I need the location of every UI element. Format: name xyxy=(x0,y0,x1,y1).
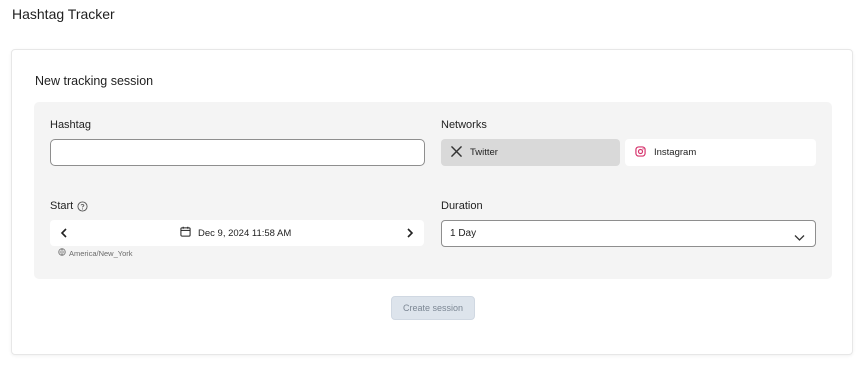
start-label-row: Start xyxy=(50,200,88,212)
calendar-icon xyxy=(180,226,198,240)
duration-value: 1 Day xyxy=(450,228,477,239)
networks-label: Networks xyxy=(441,119,487,131)
chevron-left-icon[interactable] xyxy=(57,226,71,240)
globe-icon xyxy=(58,248,69,258)
timezone-note: America/New_York xyxy=(58,248,133,258)
chevron-down-icon xyxy=(794,229,805,247)
card-title: New tracking session xyxy=(35,74,154,88)
create-session-button[interactable]: Create session xyxy=(391,296,475,320)
duration-label: Duration xyxy=(441,200,483,212)
x-logo-icon xyxy=(441,145,470,160)
duration-select[interactable]: 1 Day xyxy=(441,220,816,247)
hashtag-label: Hashtag xyxy=(50,119,91,131)
start-label: Start xyxy=(50,200,74,212)
help-circle-icon[interactable] xyxy=(77,200,88,212)
start-date-value: Dec 9, 2024 11:58 AM xyxy=(198,227,292,239)
chevron-right-icon[interactable] xyxy=(403,226,417,240)
hashtag-input[interactable] xyxy=(50,139,425,166)
start-date-picker[interactable]: Dec 9, 2024 11:58 AM xyxy=(50,220,424,246)
network-option-label: Instagram xyxy=(654,147,697,158)
page-title: Hashtag Tracker xyxy=(12,6,115,22)
new-session-card: New tracking session Hashtag Networks Tw… xyxy=(11,49,853,355)
network-option-instagram[interactable]: Instagram xyxy=(625,139,816,166)
network-option-twitter[interactable]: Twitter xyxy=(441,139,620,166)
timezone-value: America/New_York xyxy=(69,248,133,258)
instagram-icon xyxy=(625,145,654,160)
form-panel: Hashtag Networks Twitter Instagram Start… xyxy=(34,102,832,279)
network-option-label: Twitter xyxy=(470,147,498,158)
start-date-display[interactable]: Dec 9, 2024 11:58 AM xyxy=(180,226,291,240)
